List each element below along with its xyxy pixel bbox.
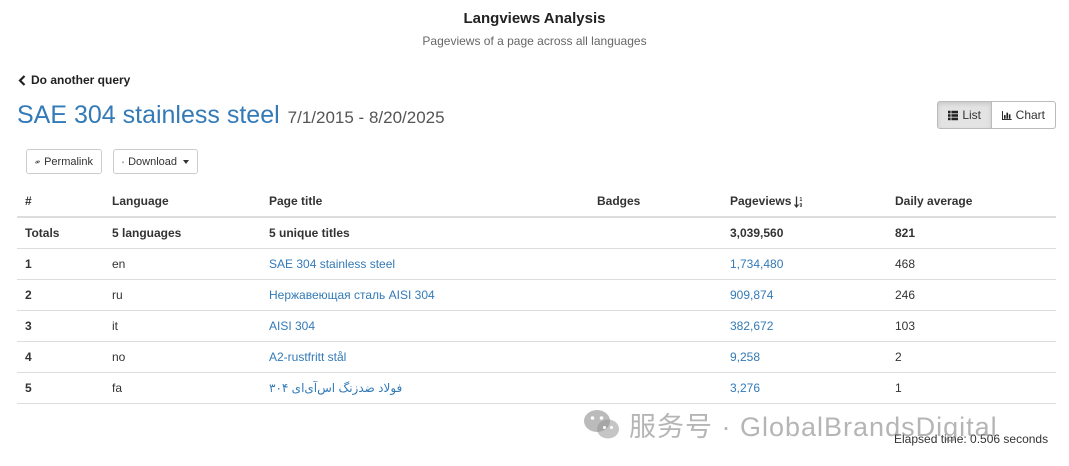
col-header-language[interactable]: Language xyxy=(104,186,261,218)
list-view-label: List xyxy=(962,108,981,122)
table-row: 1 en SAE 304 stainless steel 1,734,480 4… xyxy=(17,248,1056,280)
row-page-title-link[interactable]: فولاد ضدزنگ اس‌آی‌ای ۳۰۴ xyxy=(261,372,589,404)
row-index: 3 xyxy=(17,310,104,342)
table-row: 3 it AISI 304 382,672 103 xyxy=(17,310,1056,342)
row-index: 2 xyxy=(17,279,104,311)
watermark-text: 服务号 · GlobalBrandsDigital xyxy=(629,412,998,442)
list-view-button[interactable]: List xyxy=(937,101,992,129)
row-badges xyxy=(589,372,722,404)
date-range: 7/1/2015 - 8/20/2025 xyxy=(287,108,445,127)
row-badges xyxy=(589,310,722,342)
row-language: it xyxy=(104,310,261,342)
table-row: 2 ru Нержавеющая сталь AISI 304 909,874 … xyxy=(17,279,1056,311)
row-page-title-link[interactable]: A2-rustfritt stål xyxy=(261,341,589,373)
row-page-title-link[interactable]: AISI 304 xyxy=(261,310,589,342)
table-row: 5 fa فولاد ضدزنگ اس‌آی‌ای ۳۰۴ 3,276 1 xyxy=(17,372,1056,404)
page-heading: SAE 304 stainless steel 7/1/2015 - 8/20/… xyxy=(17,101,445,130)
view-toggle: List Chart xyxy=(937,101,1056,129)
row-badges xyxy=(589,279,722,311)
totals-label: Totals xyxy=(17,217,104,249)
totals-languages: 5 languages xyxy=(104,217,261,249)
col-header-daily-average[interactable]: Daily average xyxy=(887,186,1056,218)
back-link-label: Do another query xyxy=(31,73,131,87)
totals-titles: 5 unique titles xyxy=(261,217,589,249)
table-row: 4 no A2-rustfritt stål 9,258 2 xyxy=(17,341,1056,373)
sort-descending-icon: 19 xyxy=(794,196,803,208)
row-language: en xyxy=(104,248,261,280)
link-icon xyxy=(35,160,40,163)
row-index: 5 xyxy=(17,372,104,404)
row-index: 4 xyxy=(17,341,104,373)
download-icon xyxy=(122,160,125,163)
totals-daily-average: 821 xyxy=(887,217,1056,249)
article-title[interactable]: SAE 304 stainless steel xyxy=(17,101,280,130)
row-language: fa xyxy=(104,372,261,404)
row-badges xyxy=(589,248,722,280)
row-badges xyxy=(589,341,722,373)
bar-chart-icon xyxy=(1002,110,1012,120)
row-pageviews-link[interactable]: 1,734,480 xyxy=(722,248,887,280)
col-header-index[interactable]: # xyxy=(17,186,104,218)
permalink-label: Permalink xyxy=(44,155,93,168)
col-header-pageviews[interactable]: Pageviews 1 9 xyxy=(722,186,887,218)
col-header-page-title[interactable]: Page title xyxy=(261,186,589,218)
row-pageviews-link[interactable]: 909,874 xyxy=(722,279,887,311)
wechat-icon xyxy=(584,409,619,438)
chart-view-button[interactable]: Chart xyxy=(992,101,1056,129)
download-label: Download xyxy=(128,155,177,168)
langviews-table: # Language Page title Badges Pageviews 1 9… xyxy=(17,186,1056,404)
totals-pageviews: 3,039,560 xyxy=(722,217,887,249)
caret-down-icon xyxy=(183,159,189,164)
svg-text:9: 9 xyxy=(800,203,803,208)
row-page-title-link[interactable]: Нержавеющая сталь AISI 304 xyxy=(261,279,589,311)
row-pageviews-link[interactable]: 9,258 xyxy=(722,341,887,373)
list-icon xyxy=(948,110,959,120)
row-daily-average: 1 xyxy=(887,372,1056,404)
row-daily-average: 468 xyxy=(887,248,1056,280)
row-daily-average: 2 xyxy=(887,341,1056,373)
download-dropdown[interactable]: Download xyxy=(113,149,198,174)
back-link[interactable]: Do another query xyxy=(18,73,130,87)
col-header-pageviews-label: Pageviews xyxy=(730,194,792,208)
row-pageviews-link[interactable]: 3,276 xyxy=(722,372,887,404)
watermark: 服务号 · GlobalBrandsDigital xyxy=(583,405,998,444)
row-language: ru xyxy=(104,279,261,311)
totals-row: Totals 5 languages 5 unique titles 3,039… xyxy=(17,217,1056,249)
app-title: Langviews Analysis xyxy=(463,10,606,27)
permalink-button[interactable]: Permalink xyxy=(26,149,102,174)
row-page-title-link[interactable]: SAE 304 stainless steel xyxy=(261,248,589,280)
app-subtitle: Pageviews of a page across all languages xyxy=(422,34,647,48)
row-language: no xyxy=(104,341,261,373)
row-pageviews-link[interactable]: 382,672 xyxy=(722,310,887,342)
table-header-row: # Language Page title Badges Pageviews 1 9… xyxy=(17,186,1056,218)
totals-badges xyxy=(589,217,722,249)
row-daily-average: 103 xyxy=(887,310,1056,342)
row-daily-average: 246 xyxy=(887,279,1056,311)
chevron-left-icon xyxy=(18,74,26,86)
row-index: 1 xyxy=(17,248,104,280)
col-header-badges[interactable]: Badges xyxy=(589,186,722,218)
chart-view-label: Chart xyxy=(1015,108,1045,122)
